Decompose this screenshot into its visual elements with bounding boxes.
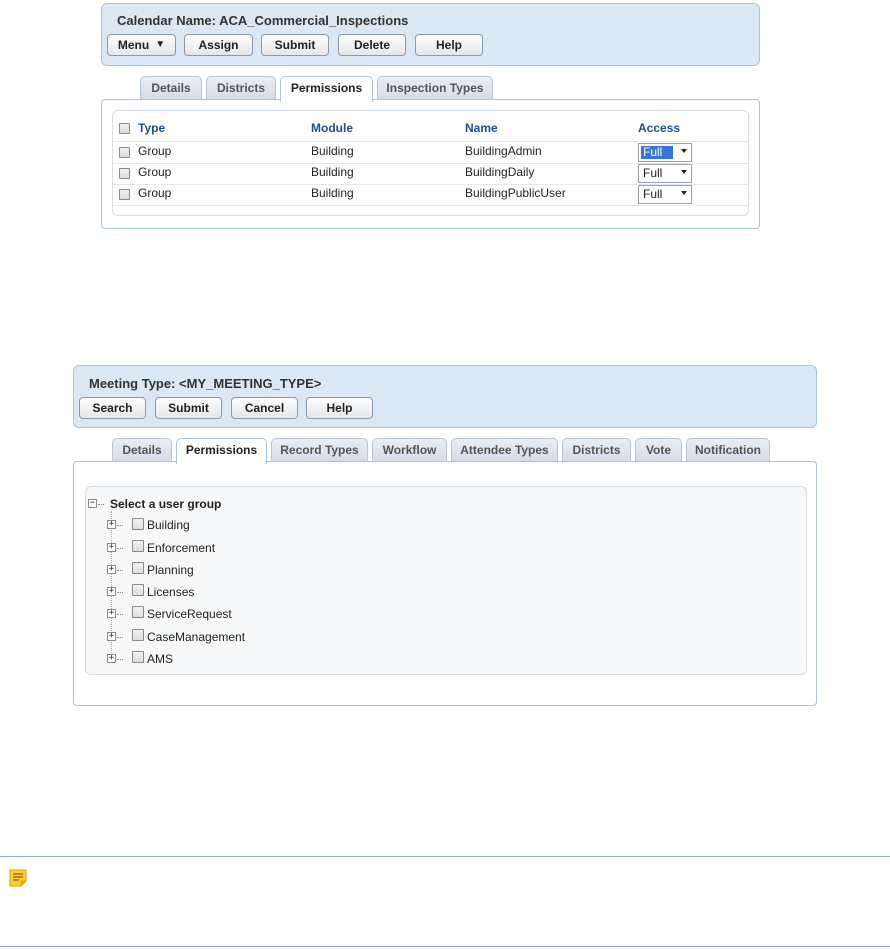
access-select[interactable]: Full — [638, 164, 692, 183]
group-label: Licenses — [147, 585, 195, 599]
meeting-header-panel: Meeting Type: <MY_MEETING_TYPE> Search S… — [73, 365, 817, 428]
menu-dropdown-icon: ▼ — [155, 39, 166, 50]
column-header-type[interactable]: Type — [138, 121, 165, 135]
select-all-checkbox[interactable] — [119, 123, 130, 134]
group-checkbox[interactable] — [132, 562, 144, 574]
group-label: Planning — [147, 563, 194, 577]
tree-connector — [117, 659, 123, 660]
row-name: BuildingDaily — [465, 165, 535, 179]
column-header-name[interactable]: Name — [465, 121, 498, 135]
expand-icon[interactable]: + — [107, 654, 116, 663]
group-label: AMS — [147, 652, 174, 666]
tree-connector — [98, 504, 104, 505]
note-bottom-border — [0, 946, 890, 947]
group-label: Building — [147, 518, 190, 532]
delete-button[interactable]: Delete — [338, 34, 406, 56]
calendar-permissions-panel: Type Module Name Access Group Building B… — [101, 99, 760, 229]
group-checkbox[interactable] — [132, 651, 144, 663]
collapse-icon[interactable]: − — [88, 499, 97, 508]
row-name: BuildingPublicUser — [465, 186, 566, 200]
tree-connector — [117, 592, 123, 593]
row-type: Group — [138, 144, 172, 158]
row-module: Building — [311, 144, 354, 158]
tab-inspection-types[interactable]: Inspection Types — [377, 76, 493, 100]
access-select-value: Full — [643, 187, 663, 201]
cancel-button[interactable]: Cancel — [231, 397, 298, 419]
note-top-border — [0, 856, 890, 857]
tree-connector — [117, 637, 123, 638]
tree-connector — [117, 570, 123, 571]
access-select[interactable]: Full — [638, 185, 692, 204]
help-button[interactable]: Help — [415, 34, 483, 56]
group-checkbox[interactable] — [132, 606, 144, 618]
access-select-value: Full — [643, 166, 663, 180]
tree-root-label: Select a user group — [110, 497, 222, 511]
row-divider — [113, 205, 748, 206]
user-group-tree: − Select a user group + Building + Enfor… — [85, 486, 807, 675]
row-module: Building — [311, 165, 354, 179]
search-button[interactable]: Search — [79, 397, 146, 419]
row-checkbox[interactable] — [119, 189, 130, 200]
expand-icon[interactable]: + — [107, 632, 116, 641]
help-button[interactable]: Help — [306, 397, 373, 419]
meeting-permissions-panel: − Select a user group + Building + Enfor… — [73, 461, 817, 706]
expand-icon[interactable]: + — [107, 587, 116, 596]
row-module: Building — [311, 186, 354, 200]
chevron-down-icon — [681, 170, 687, 174]
group-label: CaseManagement — [147, 630, 246, 644]
calendar-title: Calendar Name: ACA_Commercial_Inspection… — [117, 13, 409, 28]
group-checkbox[interactable] — [132, 629, 144, 641]
tab-record-types[interactable]: Record Types — [271, 438, 368, 462]
column-header-module[interactable]: Module — [311, 121, 353, 135]
tab-districts[interactable]: Districts — [562, 438, 631, 462]
tree-connector — [117, 548, 123, 549]
group-checkbox[interactable] — [132, 540, 144, 552]
access-select[interactable]: Full — [638, 143, 692, 162]
chevron-down-icon — [681, 191, 687, 195]
menu-button[interactable]: Menu ▼ — [107, 34, 176, 56]
row-checkbox[interactable] — [119, 168, 130, 179]
tab-districts[interactable]: Districts — [206, 76, 276, 100]
meeting-title: Meeting Type: <MY_MEETING_TYPE> — [89, 376, 322, 391]
tab-permissions[interactable]: Permissions — [280, 76, 373, 102]
calendar-header-panel: Calendar Name: ACA_Commercial_Inspection… — [101, 3, 760, 66]
tab-attendee-types[interactable]: Attendee Types — [451, 438, 558, 462]
expand-icon[interactable]: + — [107, 543, 116, 552]
row-checkbox[interactable] — [119, 147, 130, 158]
tab-details[interactable]: Details — [140, 76, 202, 100]
tree-connector — [117, 614, 123, 615]
tab-details[interactable]: Details — [112, 438, 172, 462]
submit-button[interactable]: Submit — [261, 34, 329, 56]
submit-button[interactable]: Submit — [155, 397, 222, 419]
access-select-value: Full — [641, 146, 673, 159]
expand-icon[interactable]: + — [107, 520, 116, 529]
row-type: Group — [138, 165, 172, 179]
chevron-down-icon — [681, 149, 687, 153]
tab-permissions[interactable]: Permissions — [176, 438, 267, 464]
group-label: Enforcement — [147, 541, 216, 555]
expand-icon[interactable]: + — [107, 609, 116, 618]
expand-icon[interactable]: + — [107, 565, 116, 574]
assign-button[interactable]: Assign — [184, 34, 253, 56]
column-header-access[interactable]: Access — [638, 121, 680, 135]
header-divider — [113, 141, 748, 142]
row-type: Group — [138, 186, 172, 200]
menu-button-label: Menu — [117, 38, 150, 52]
tree-connector — [117, 525, 123, 526]
note-icon — [9, 869, 27, 887]
tab-vote[interactable]: Vote — [635, 438, 682, 462]
group-checkbox[interactable] — [132, 584, 144, 596]
group-label: ServiceRequest — [147, 607, 232, 621]
tab-notification[interactable]: Notification — [686, 438, 770, 462]
tab-workflow[interactable]: Workflow — [372, 438, 447, 462]
permissions-table: Type Module Name Access Group Building B… — [112, 110, 749, 216]
row-name: BuildingAdmin — [465, 144, 542, 158]
group-checkbox[interactable] — [132, 518, 144, 530]
